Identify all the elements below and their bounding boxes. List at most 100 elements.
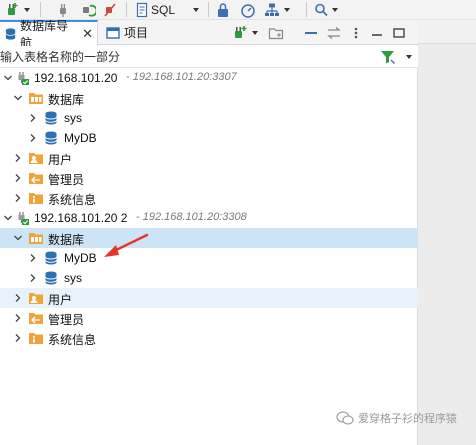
users-folder-icon	[29, 153, 43, 164]
chevron-down-icon[interactable]	[3, 213, 13, 223]
chevron-down-icon[interactable]	[13, 233, 23, 243]
new-connection-tool[interactable]	[232, 24, 258, 41]
search-button[interactable]	[314, 2, 338, 18]
tree-node-administrators[interactable]: 管理员	[0, 308, 418, 328]
reconnect-button[interactable]	[80, 2, 96, 18]
plug-add-icon	[8, 3, 18, 15]
chevron-right-icon[interactable]	[28, 133, 38, 143]
view-menu-tool[interactable]	[350, 24, 362, 41]
database-icon	[45, 131, 57, 145]
tree-connection-1[interactable]: 192.168.101.20 - 192.168.101.20:3307	[0, 68, 418, 88]
maximize-panel-button[interactable]	[392, 24, 406, 41]
table-filter-input[interactable]	[0, 47, 372, 67]
connection-address: - 192.168.101.20:3308	[136, 211, 247, 223]
chevron-right-icon[interactable]	[13, 333, 23, 343]
database-name: MyDB	[64, 251, 97, 265]
panel-tabbar: 数据库导航 ✕ 项目	[0, 19, 418, 50]
connect-button[interactable]	[56, 2, 70, 18]
collapse-all-tool[interactable]	[304, 24, 318, 41]
info-folder-icon	[29, 333, 43, 344]
database-name: sys	[64, 111, 82, 125]
maximize-icon	[393, 27, 405, 38]
sql-editor-button[interactable]: SQL	[136, 2, 200, 18]
database-name: MyDB	[64, 131, 97, 145]
refresh-plug-icon	[83, 4, 96, 17]
tree-node-users[interactable]: 用户	[0, 288, 418, 308]
tab-project-label: 项目	[124, 26, 149, 40]
filter-dropdown-caret[interactable]	[406, 55, 412, 59]
new-connection-button[interactable]	[4, 2, 30, 18]
editor-tabbar	[418, 20, 476, 44]
sync-arrows-icon	[327, 26, 341, 39]
chevron-down-icon[interactable]	[3, 73, 13, 83]
databases-label: 数据库	[48, 233, 85, 247]
tree-db-mydb[interactable]: MyDB	[0, 128, 418, 148]
tree-db-mydb[interactable]: MyDB	[0, 248, 418, 268]
disconnect-icon	[104, 3, 116, 17]
tree-node-databases[interactable]: 数据库	[0, 88, 418, 108]
filter-icon[interactable]	[380, 49, 396, 65]
database-icon	[45, 271, 57, 285]
tab-database-navigator[interactable]: 数据库导航 ✕	[0, 19, 98, 50]
chevron-right-icon[interactable]	[13, 293, 23, 303]
annotation-arrow	[104, 233, 149, 257]
tree-node-administrators[interactable]: 管理员	[0, 168, 418, 188]
editor-area	[418, 20, 476, 445]
connection-name: 192.168.101.20	[34, 71, 118, 85]
chevron-down-icon[interactable]	[13, 93, 23, 103]
chevron-right-icon[interactable]	[28, 113, 38, 123]
admin-folder-icon	[29, 173, 43, 184]
tree-db-sys[interactable]: sys	[0, 268, 418, 288]
database-icon	[45, 251, 57, 265]
tree-node-system-info[interactable]: 系统信息	[0, 188, 418, 208]
network-icon	[265, 3, 279, 16]
chevron-right-icon[interactable]	[13, 153, 23, 163]
disconnect-button[interactable]	[102, 2, 118, 18]
chevron-right-icon[interactable]	[13, 313, 23, 323]
system-info-label: 系统信息	[48, 333, 97, 347]
chevron-right-icon[interactable]	[28, 273, 38, 283]
chevron-right-icon[interactable]	[13, 193, 23, 203]
database-folder-icon	[29, 233, 43, 244]
database-name: sys	[64, 271, 82, 285]
wechat-icon	[336, 411, 354, 425]
databases-label: 数据库	[48, 93, 85, 107]
collapse-icon	[305, 31, 317, 34]
plug-add-icon	[235, 25, 247, 38]
administrators-label: 管理员	[48, 313, 85, 327]
info-folder-icon	[29, 193, 43, 204]
connection-name: 192.168.101.20 2	[34, 211, 128, 225]
connected-plug-icon	[18, 72, 29, 85]
users-label: 用户	[48, 153, 73, 167]
tree-node-system-info[interactable]: 系统信息	[0, 328, 418, 348]
link-editor-tool[interactable]	[326, 24, 342, 41]
database-folder-icon	[29, 93, 43, 104]
new-folder-tool[interactable]	[268, 24, 284, 41]
administrators-label: 管理员	[48, 173, 85, 187]
network-button[interactable]	[264, 2, 290, 18]
gauge-icon	[241, 4, 255, 18]
tree-node-databases[interactable]: 数据库	[0, 228, 418, 248]
tree-connection-2[interactable]: 192.168.101.20 2 - 192.168.101.20:3308	[0, 208, 418, 228]
tab-project[interactable]: 项目	[102, 20, 158, 45]
sql-file-icon	[136, 2, 148, 18]
chevron-right-icon[interactable]	[28, 253, 38, 263]
system-info-label: 系统信息	[48, 193, 97, 207]
search-icon	[315, 3, 328, 17]
tree-node-users[interactable]: 用户	[0, 148, 418, 168]
transaction-lock-button[interactable]	[216, 2, 230, 18]
project-icon	[106, 26, 120, 39]
minimize-panel-button[interactable]	[370, 24, 384, 41]
admin-folder-icon	[29, 313, 43, 324]
performance-button[interactable]	[240, 2, 256, 18]
users-label: 用户	[48, 293, 73, 307]
minimize-icon	[372, 33, 382, 36]
watermark: 爱穿格子衫的程序猿	[336, 410, 457, 426]
folder-link-icon	[268, 27, 284, 39]
close-icon[interactable]: ✕	[82, 26, 93, 42]
connection-address: - 192.168.101.20:3307	[126, 71, 237, 83]
sql-label: SQL	[151, 3, 176, 17]
tree-db-sys[interactable]: sys	[0, 108, 418, 128]
watermark-text: 爱穿格子衫的程序猿	[358, 413, 457, 425]
chevron-right-icon[interactable]	[13, 173, 23, 183]
